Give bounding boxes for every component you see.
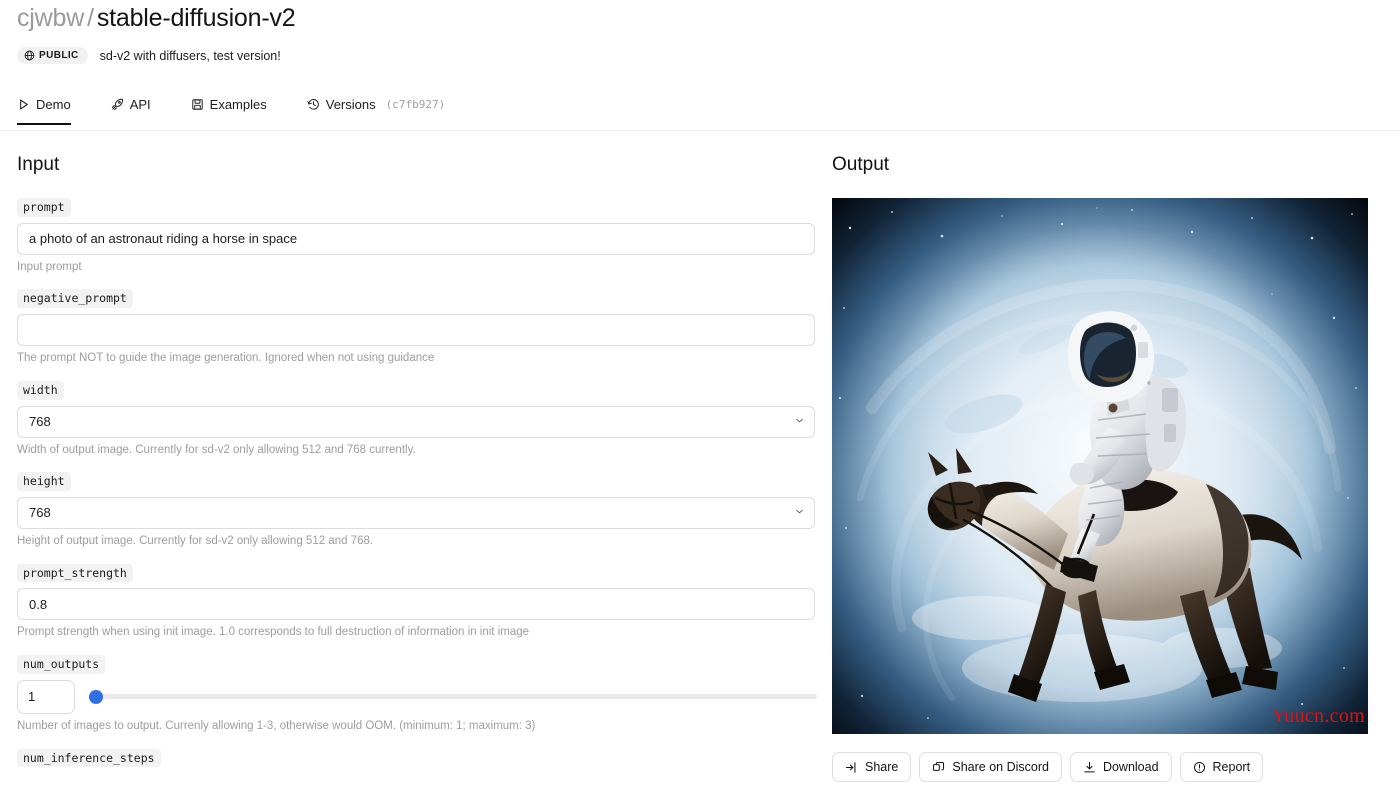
watermark: Yuucn.com [1271, 705, 1365, 727]
output-section-title: Output [832, 154, 890, 175]
repo-model-name[interactable]: stable-diffusion-v2 [97, 4, 296, 32]
field-num-outputs: num_outputs Number of images to output. … [17, 655, 817, 733]
page-root: cjwbw / stable-diffusion-v2 PUBLIC sd-v2 w… [0, 0, 1400, 792]
download-icon [1083, 761, 1096, 774]
tab-api[interactable]: API [111, 97, 169, 125]
output-panel: Output Yuucn.com Share Share on Discord … [832, 155, 1368, 782]
field-num-inference-steps-label: num_inference_steps [17, 748, 161, 768]
negative-prompt-input[interactable] [17, 314, 815, 347]
field-negative-prompt-help: The prompt NOT to guide the image genera… [17, 352, 435, 365]
tab-bar: Demo API Examples Versions (c7fb927) [0, 97, 1400, 131]
field-negative-prompt: negative_prompt The prompt NOT to guide … [17, 289, 817, 365]
field-prompt-strength-help: Prompt strength when using init image. 1… [17, 626, 530, 639]
play-icon [17, 98, 30, 111]
field-num-inference-steps: num_inference_steps [17, 748, 817, 768]
share-arrow-icon [845, 761, 858, 774]
share-button[interactable]: Share [832, 752, 912, 782]
history-clock-icon [307, 98, 320, 111]
report-button-label: Report [1212, 760, 1251, 774]
tab-versions-label: Versions [325, 97, 376, 112]
field-width-label: width [17, 380, 64, 400]
breadcrumb-separator: / [87, 4, 94, 32]
page-title: cjwbw / stable-diffusion-v2 [17, 4, 296, 33]
tab-api-label: API [129, 97, 151, 112]
tab-examples-label: Examples [209, 97, 267, 112]
download-button[interactable]: Download [1069, 752, 1172, 782]
output-image-frame[interactable]: Yuucn.com [832, 198, 1368, 734]
download-button-label: Download [1102, 760, 1159, 774]
repo-description: sd-v2 with diffusers, test version! [99, 48, 281, 63]
status-badge-public: PUBLIC [17, 47, 88, 64]
save-disk-icon [191, 98, 204, 111]
tab-examples[interactable]: Examples [191, 97, 285, 125]
field-height-help: Height of output image. Currently for sd… [17, 534, 374, 547]
status-badge-label: PUBLIC [39, 50, 79, 61]
globe-icon [24, 50, 35, 61]
field-num-outputs-help: Number of images to output. Currenly all… [17, 719, 536, 732]
slider-track [89, 694, 817, 700]
input-panel: Input prompt Input prompt negative_promp… [17, 154, 817, 768]
field-width: width Width of output image. Currently f… [17, 380, 817, 457]
field-negative-prompt-label: negative_prompt [17, 289, 133, 309]
rocket-icon [111, 98, 124, 111]
height-select[interactable] [17, 496, 815, 529]
tab-versions-hash: (c7fb927) [385, 98, 446, 111]
share-on-discord-button-label: Share on Discord [952, 760, 1049, 774]
field-prompt-strength: prompt_strength Prompt strength when usi… [17, 563, 817, 640]
repo-meta-row: PUBLIC sd-v2 with diffusers, test versio… [17, 47, 281, 64]
field-prompt-help: Input prompt [17, 260, 82, 273]
output-action-bar: Share Share on Discord Download Report [832, 752, 1368, 782]
input-section-title: Input [17, 154, 60, 175]
report-button[interactable]: Report [1179, 752, 1264, 782]
tab-versions[interactable]: Versions (c7fb927) [307, 97, 463, 125]
field-prompt: prompt Input prompt [17, 198, 817, 274]
tab-demo-label: Demo [36, 97, 71, 112]
field-height-label: height [17, 472, 71, 491]
repo-owner-link[interactable]: cjwbw [17, 4, 84, 32]
field-prompt-label: prompt [17, 198, 71, 217]
report-alert-icon [1193, 761, 1206, 774]
slider-thumb[interactable] [89, 689, 103, 704]
field-width-help: Width of output image. Currently for sd-… [17, 443, 416, 456]
num-outputs-stepper[interactable] [17, 679, 75, 714]
tab-demo[interactable]: Demo [17, 97, 89, 125]
prompt-strength-input[interactable] [17, 588, 815, 621]
share-on-discord-button[interactable]: Share on Discord [919, 752, 1062, 782]
output-image [832, 198, 1368, 734]
num-outputs-slider[interactable] [89, 689, 817, 705]
width-select[interactable] [17, 405, 815, 438]
field-num-outputs-label: num_outputs [17, 655, 106, 674]
share-button-label: Share [865, 760, 899, 774]
prompt-input[interactable] [17, 222, 815, 255]
copy-windows-icon [932, 761, 945, 774]
field-prompt-strength-label: prompt_strength [17, 563, 133, 583]
field-height: height Height of output image. Currently… [17, 472, 817, 548]
